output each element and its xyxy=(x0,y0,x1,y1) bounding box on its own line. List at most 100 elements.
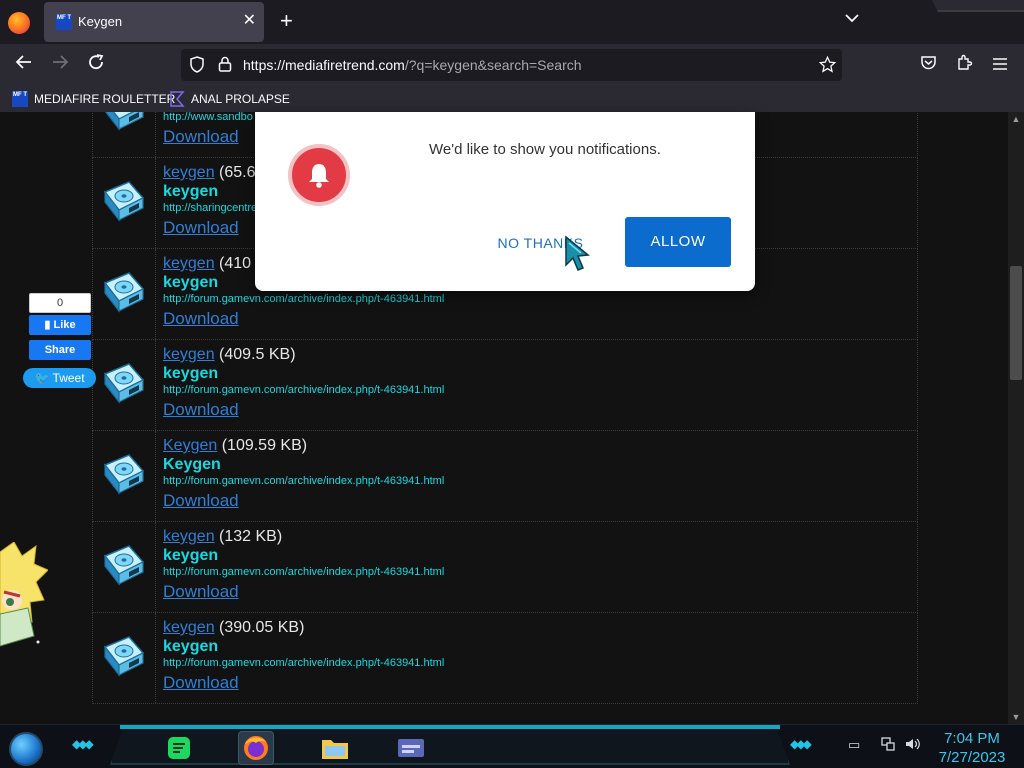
result-name: keygen xyxy=(163,638,219,655)
bookmark-label: MEDIAFIRE ROULETTER xyxy=(34,92,176,106)
facebook-share-button[interactable]: Share xyxy=(29,340,91,360)
result-size: (410 xyxy=(214,255,252,272)
page-scrollbar[interactable]: ▲ ▼ xyxy=(1008,112,1024,724)
start-orb-icon[interactable] xyxy=(9,732,43,766)
taskbar-clock[interactable]: 7:04 PM 7/27/2023 xyxy=(930,729,1014,767)
facebook-like-button[interactable]: ▮ Like xyxy=(29,315,91,335)
social-widgets: 0 ▮ Like Share xyxy=(29,293,91,360)
scrollbar-thumb[interactable] xyxy=(1010,266,1022,380)
row-separator xyxy=(155,522,156,612)
hard-disk-icon xyxy=(99,178,147,226)
row-separator xyxy=(155,249,156,339)
bookmarks-toolbar: MF T MEDIAFIRE ROULETTER ANAL PROLAPSE xyxy=(0,86,1024,112)
network-icon[interactable] xyxy=(881,737,895,754)
result-row: keygen (132 KB) keygen http://forum.gamevn… xyxy=(92,522,918,613)
url-query: /?q=keygen&search=Search xyxy=(404,57,582,73)
row-separator xyxy=(155,112,156,157)
scroll-up-arrow-icon[interactable]: ▲ xyxy=(1008,112,1024,126)
firefox-taskbar-icon[interactable] xyxy=(238,731,274,765)
new-tab-icon[interactable]: + xyxy=(280,9,293,33)
taskbar-frame xyxy=(110,727,790,765)
keyboard-tray-icon[interactable]: ▭ xyxy=(848,737,860,753)
result-title-line: keygen (132 KB) xyxy=(163,528,444,547)
result-title-link[interactable]: keygen xyxy=(163,346,215,363)
result-title-link[interactable]: keygen xyxy=(163,255,215,272)
star-icon[interactable] xyxy=(818,55,836,74)
download-link[interactable]: Download xyxy=(163,127,253,147)
hard-disk-icon xyxy=(99,633,147,681)
download-link[interactable]: Download xyxy=(163,582,444,602)
firefox-icon[interactable] xyxy=(8,12,30,34)
navigation-toolbar: https://mediafiretrend.com/?q=keygen&sea… xyxy=(0,44,1024,86)
anime-sticker-image xyxy=(0,542,48,647)
result-text: keygen (390.05 KB) keygen http://forum.gam… xyxy=(163,619,444,693)
hard-disk-icon xyxy=(99,269,147,317)
result-source-url: http://forum.gamevn.com/archive/index.ph… xyxy=(163,293,445,305)
facebook-like-count: 0 xyxy=(29,293,91,313)
result-title-link[interactable]: keygen xyxy=(163,528,215,545)
tab-title: Keygen xyxy=(78,14,123,29)
bookmark-label: ANAL PROLAPSE xyxy=(191,92,290,106)
folder-icon[interactable] xyxy=(317,731,353,765)
volume-icon[interactable] xyxy=(905,737,921,754)
forward-arrow-icon[interactable] xyxy=(48,53,72,77)
facebook-icon: ▮ xyxy=(44,319,51,331)
download-link[interactable]: Download xyxy=(163,400,444,420)
bookmark-favicon: MF T xyxy=(12,91,28,107)
result-title-link[interactable]: keygen xyxy=(163,619,215,636)
result-name: keygen xyxy=(163,547,219,564)
result-text: keygen (132 KB) keygen http://forum.gamevn… xyxy=(163,528,444,602)
row-separator xyxy=(155,158,156,248)
tab-keygen[interactable]: MF T Keygen ✕ xyxy=(44,2,264,42)
popup-message: We'd like to show you notifications. xyxy=(429,141,661,158)
result-source-url: http://sharingcentre xyxy=(163,202,258,214)
hard-disk-icon xyxy=(99,542,147,590)
reload-icon[interactable] xyxy=(84,53,108,77)
scroll-down-arrow-icon[interactable]: ▼ xyxy=(1008,710,1024,724)
result-size: (390.05 KB) xyxy=(214,619,305,636)
taskbar-accent-line xyxy=(120,725,780,729)
result-text: Keygen (109.59 KB) Keygen http://forum.gam… xyxy=(163,437,444,511)
close-tab-icon[interactable]: ✕ xyxy=(243,11,256,31)
result-size: (409.5 KB) xyxy=(214,346,296,363)
lock-icon[interactable] xyxy=(216,56,234,74)
bookmark-second[interactable]: ANAL PROLAPSE xyxy=(169,90,290,108)
result-text: keygenkeygenhttp://www.sandboDownload xyxy=(163,112,253,147)
window-icon[interactable] xyxy=(393,731,429,765)
download-link[interactable]: Download xyxy=(163,309,444,329)
row-separator xyxy=(155,431,156,521)
taskbar-chevrons-right-icon: ◆◆◆ xyxy=(790,737,812,751)
tab-favicon: MF T xyxy=(56,14,72,30)
notification-permission-popup: We'd like to show you notifications. NO … xyxy=(255,112,755,291)
result-title-line: keygen (65.6 xyxy=(163,164,257,183)
list-tabs-chevron-icon[interactable] xyxy=(845,10,859,26)
menu-icon[interactable] xyxy=(988,53,1012,77)
result-source-url: http://forum.gamevn.com/archive/index.ph… xyxy=(163,566,445,578)
tweet-button[interactable]: 🐦 Tweet xyxy=(23,368,96,388)
result-title-link[interactable]: keygen xyxy=(163,164,215,181)
result-source-url: http://forum.gamevn.com/archive/index.ph… xyxy=(163,657,445,669)
address-bar[interactable]: https://mediafiretrend.com/?q=keygen&sea… xyxy=(181,49,842,81)
pocket-icon[interactable] xyxy=(916,53,940,77)
bookmark-mediafire-rouletter[interactable]: MF T MEDIAFIRE ROULETTER xyxy=(12,90,175,108)
result-row: keygen (409.5 KB) keygen http://forum.game… xyxy=(92,340,918,431)
result-row: keygen (390.05 KB) keygen http://forum.gam… xyxy=(92,613,918,704)
twitter-bird-icon: 🐦 xyxy=(34,371,50,385)
download-link[interactable]: Download xyxy=(163,491,444,511)
notepad-icon[interactable] xyxy=(161,731,197,765)
url-text[interactable]: https://mediafiretrend.com/?q=keygen&sea… xyxy=(243,57,582,73)
allow-button[interactable]: ALLOW xyxy=(625,217,731,267)
extensions-icon[interactable] xyxy=(952,53,976,77)
taskbar-chevrons-icon: ◆◆◆ xyxy=(72,737,94,751)
result-title-link[interactable]: Keygen xyxy=(163,437,217,454)
result-source-url: http://forum.gamevn.com/archive/index.ph… xyxy=(163,384,445,396)
download-link[interactable]: Download xyxy=(163,218,257,238)
hard-disk-icon xyxy=(99,112,147,135)
download-link[interactable]: Download xyxy=(163,673,444,693)
hard-disk-icon xyxy=(99,451,147,499)
result-source-url: http://forum.gamevn.com/archive/index.ph… xyxy=(163,475,445,487)
bookmark-favicon-icon xyxy=(170,91,185,107)
back-arrow-icon[interactable] xyxy=(12,53,36,77)
result-size: (132 KB) xyxy=(214,528,283,545)
shield-icon[interactable] xyxy=(188,56,206,74)
